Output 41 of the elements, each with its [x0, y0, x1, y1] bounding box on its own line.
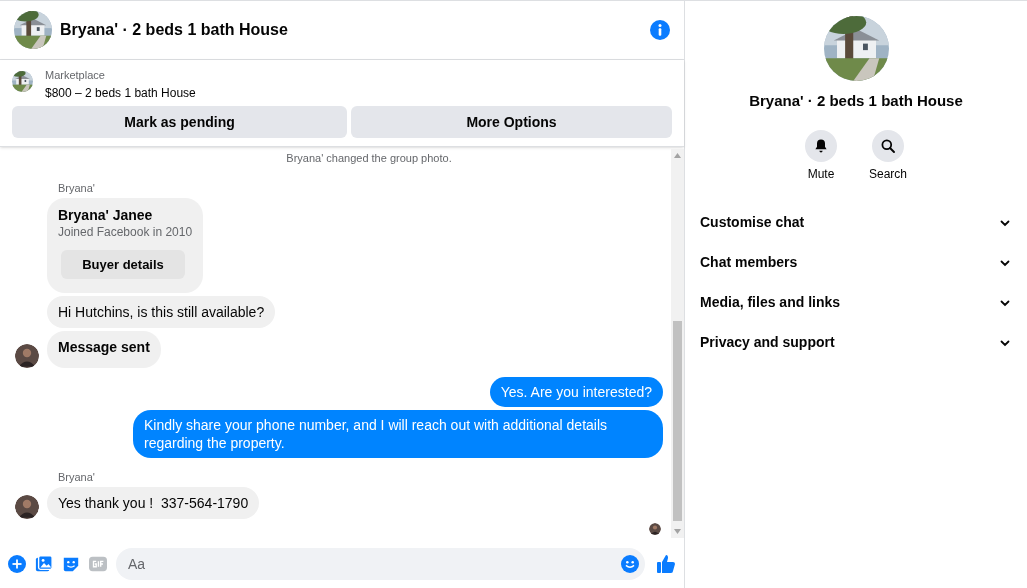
plus-icon[interactable] [8, 555, 26, 573]
seen-avatar [649, 523, 661, 535]
thumbs-up-icon[interactable] [656, 554, 676, 574]
chat-title: Bryana' · 2 beds 1 bath House [60, 20, 288, 40]
search-button[interactable] [872, 129, 904, 162]
scrollbar[interactable] [671, 149, 684, 538]
section-header[interactable]: Media, files and links [700, 292, 841, 313]
sender-name: Bryana' [58, 470, 96, 484]
image-icon[interactable] [35, 555, 53, 573]
buyer-name: Bryana' Janee [58, 206, 154, 224]
action-label: Mute [807, 165, 835, 183]
profile-title: Bryana' · 2 beds 1 bath House [749, 91, 963, 111]
section-header[interactable]: Customise chat [700, 212, 805, 233]
avatar[interactable] [15, 495, 39, 519]
scroll-down-icon[interactable] [674, 529, 681, 534]
mute-button[interactable] [805, 129, 837, 162]
info-icon[interactable] [650, 20, 670, 40]
sticker-icon[interactable] [62, 555, 80, 573]
listing-source: Marketplace [45, 68, 106, 82]
bell-icon [813, 137, 829, 154]
buyer-joined-text: Joined Facebook in 2010 [58, 224, 193, 240]
message-field[interactable]: Aa [116, 548, 645, 580]
section-header[interactable]: Privacy and support [700, 332, 835, 353]
search-icon [880, 137, 896, 154]
message-bubble: Yes thank you ! 337-564-1790 [47, 487, 260, 519]
action-label: Search [869, 165, 907, 183]
message-bubble: Kindly share your phone number, and I will reach out with additional details regarding the property. [133, 410, 663, 458]
message-bubble: Message sent [47, 331, 161, 368]
message-bubble: Hi Hutchins, is this still available? [47, 296, 276, 328]
scroll-up-icon[interactable] [674, 153, 681, 158]
message-input[interactable]: Aa [128, 553, 621, 575]
listing-action-button[interactable]: Mark as pending [12, 106, 347, 138]
system-message: Bryana' changed the group photo. [285, 151, 453, 165]
section-header[interactable]: Chat members [700, 252, 798, 273]
message-bubble: Yes. Are you interested? [489, 377, 663, 407]
sender-name: Bryana' [58, 181, 96, 195]
listing-action-button[interactable]: More Options [351, 106, 672, 138]
listing-title: $800 – 2 beds 1 bath House [45, 85, 196, 102]
avatar[interactable] [15, 344, 39, 368]
buyer-details-button[interactable]: Buyer details [61, 250, 185, 279]
emoji-icon[interactable] [621, 555, 639, 573]
